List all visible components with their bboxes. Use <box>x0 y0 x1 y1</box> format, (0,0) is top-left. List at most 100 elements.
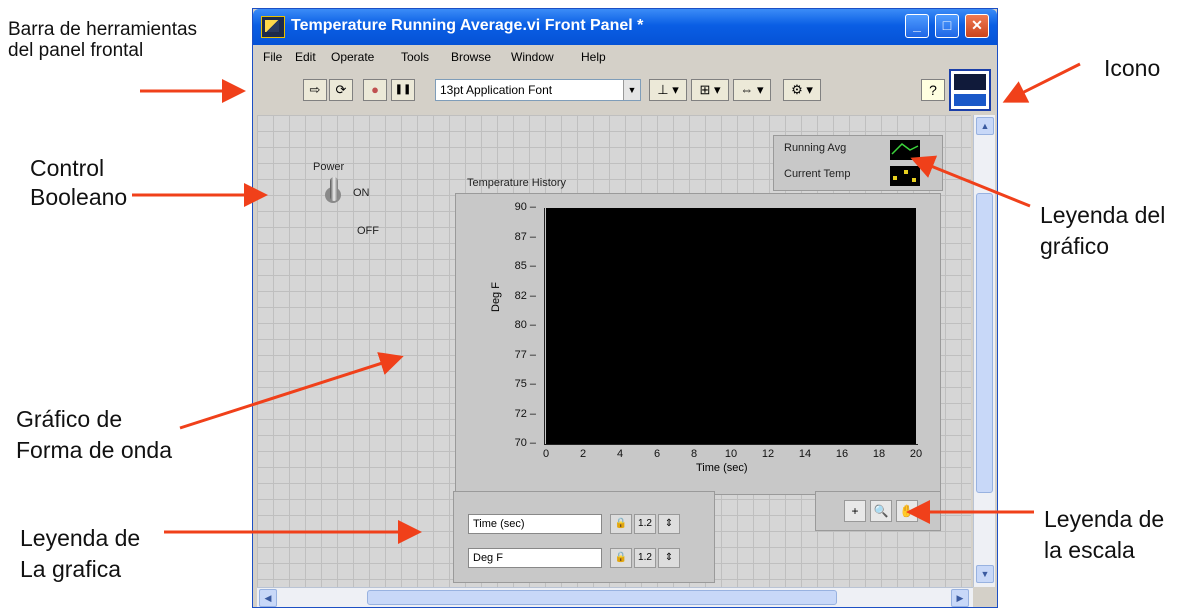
vi-title-icon <box>261 16 285 38</box>
vi-icon-screen <box>954 74 986 90</box>
menu-edit[interactable]: Edit <box>295 50 316 64</box>
on-label: ON <box>353 187 370 199</box>
help-icon: ? <box>929 82 937 98</box>
menu-browse[interactable]: Browse <box>451 50 491 64</box>
title-bar[interactable]: Temperature Running Average.vi Front Pan… <box>253 9 997 45</box>
labview-front-panel-window: Temperature Running Average.vi Front Pan… <box>252 8 998 608</box>
lock-icon: 🔒 <box>614 518 628 529</box>
x-tick-label: 14 <box>798 448 812 460</box>
y-tick-label: 90 – <box>514 201 536 213</box>
x-scale-format-button[interactable]: 1.2 <box>634 514 656 534</box>
vi-icon-bars <box>954 94 986 106</box>
x-tick-label: 0 <box>542 448 550 460</box>
maximize-button[interactable]: □ <box>935 14 959 38</box>
menu-operate[interactable]: Operate <box>331 50 374 64</box>
x-axis-label: Time (sec) <box>696 462 748 474</box>
y-tick-label: 72 – <box>514 407 536 420</box>
front-panel-grid: Power ON OFF Temperature History Running… <box>257 115 971 587</box>
font-select-value: 13pt Application Font <box>440 83 553 97</box>
menu-tools[interactable]: Tools <box>401 50 429 64</box>
x-tick-label: 10 <box>724 448 738 460</box>
distribute-objects-button[interactable]: ⊞ ▾ <box>691 79 729 101</box>
waveform-chart[interactable]: 70 –72 –75 –77 –80 –82 –85 –87 –90 – 024… <box>455 193 941 495</box>
y-tick-label: 77 – <box>514 348 536 361</box>
context-help-button[interactable]: ? <box>921 79 945 101</box>
run-continuously-button[interactable]: ⟳ <box>329 79 353 101</box>
y-tick-label: 70 – <box>514 437 536 449</box>
power-label: Power <box>313 161 345 173</box>
run-continuously-icon: ⟳ <box>335 82 347 97</box>
legend-current-temp: Current Temp <box>784 168 851 180</box>
reorder-button[interactable]: ⚙ ▾ <box>783 79 821 101</box>
scale-name-deg[interactable]: Deg F <box>468 548 602 568</box>
menu-file[interactable]: File <box>263 50 282 64</box>
annotation-boolean: Control Booleano <box>30 155 128 210</box>
abort-button[interactable]: ● <box>363 79 387 101</box>
horizontal-scroll-thumb[interactable] <box>367 590 837 605</box>
align-icon: ⊥ <box>657 82 669 97</box>
run-icon: ⇨ <box>309 82 321 97</box>
format-icon: 1.2 <box>638 518 652 529</box>
horizontal-scrollbar[interactable]: ◀ ▶ <box>257 587 973 607</box>
running-avg-swatch-line <box>891 143 919 155</box>
menu-help[interactable]: Help <box>581 50 606 64</box>
annotation-waveform: Gráfico de Forma de onda <box>16 406 172 464</box>
y-scale-style-button[interactable]: ⇕ <box>658 548 680 568</box>
y-axis-label: Deg F <box>490 282 502 312</box>
plot-legend[interactable]: Running Avg Current Temp <box>773 135 943 191</box>
chevron-down-icon: ▼ <box>623 80 640 100</box>
x-tick-label: 20 <box>909 448 923 460</box>
y-tick-label: 85 – <box>514 260 536 272</box>
cursor-tool-button[interactable]: + <box>844 500 866 522</box>
menu-window[interactable]: Window <box>511 50 554 64</box>
pause-icon: ❚❚ <box>394 84 412 95</box>
lock-icon: 🔒 <box>614 552 628 563</box>
y-tick-label: 80 – <box>514 319 536 331</box>
scroll-left-icon[interactable]: ◀ <box>259 589 277 607</box>
align-objects-button[interactable]: ⊥ ▾ <box>649 79 687 101</box>
zoom-tool-button[interactable]: 🔍 <box>870 500 892 522</box>
menu-bar: File Edit Operate Tools Browse Window He… <box>255 47 995 67</box>
zoom-icon: 🔍 <box>873 504 889 518</box>
window-title: Temperature Running Average.vi Front Pan… <box>291 17 644 34</box>
y-tick-label: 75 – <box>514 378 536 390</box>
annotation-scale-legend: Leyenda de la escala <box>1044 506 1165 564</box>
x-axis-line <box>544 444 918 445</box>
close-button[interactable]: ✕ <box>965 14 989 38</box>
vi-connector-icon[interactable] <box>949 69 991 111</box>
vertical-scroll-thumb[interactable] <box>976 193 993 493</box>
run-button[interactable]: ⇨ <box>303 79 327 101</box>
scroll-right-icon[interactable]: ▶ <box>951 589 969 607</box>
x-tick-label: 18 <box>872 448 886 460</box>
font-select[interactable]: 13pt Application Font ▼ <box>435 79 641 101</box>
pan-tool-button[interactable]: ✋ <box>896 500 918 522</box>
scale-name-time[interactable]: Time (sec) <box>468 514 602 534</box>
scroll-down-icon[interactable]: ▼ <box>976 565 994 583</box>
annotation-icon: Icono <box>1104 55 1161 81</box>
x-tick-label: 2 <box>579 448 587 460</box>
format-icon: 1.2 <box>638 552 652 563</box>
scale-style-icon: ⇕ <box>664 552 674 563</box>
reorder-icon: ⚙ <box>791 82 803 97</box>
pause-button[interactable]: ❚❚ <box>391 79 415 101</box>
minimize-button[interactable]: _ <box>905 14 929 38</box>
annotation-toolbar: Barra de herramientas del panel frontal <box>8 19 198 61</box>
resize-objects-button[interactable]: ⇔ ▾ <box>733 79 771 101</box>
abort-icon: ● <box>371 82 379 97</box>
vertical-scrollbar[interactable]: ▲ ▼ <box>973 115 995 587</box>
y-scale-format-button[interactable]: 1.2 <box>634 548 656 568</box>
legend-swatch-running-avg[interactable] <box>890 140 920 160</box>
x-scale-style-button[interactable]: ⇕ <box>658 514 680 534</box>
y-scale-lock-button[interactable]: 🔒 <box>610 548 632 568</box>
toggle-lever <box>330 177 338 201</box>
scroll-up-icon[interactable]: ▲ <box>976 117 994 135</box>
scale-legend: Time (sec) 🔒 1.2 ⇕ Deg F 🔒 1.2 ⇕ <box>453 491 715 583</box>
legend-swatch-current-temp[interactable] <box>890 166 920 186</box>
x-scale-lock-button[interactable]: 🔒 <box>610 514 632 534</box>
graph-title: Temperature History <box>467 177 567 189</box>
annotation-plot-legend: Leyenda de La grafica <box>20 525 141 583</box>
power-toggle-switch[interactable] <box>325 177 343 211</box>
plot-area[interactable] <box>546 208 916 444</box>
x-tick-label: 8 <box>690 448 698 460</box>
pan-hand-icon: ✋ <box>899 504 915 518</box>
